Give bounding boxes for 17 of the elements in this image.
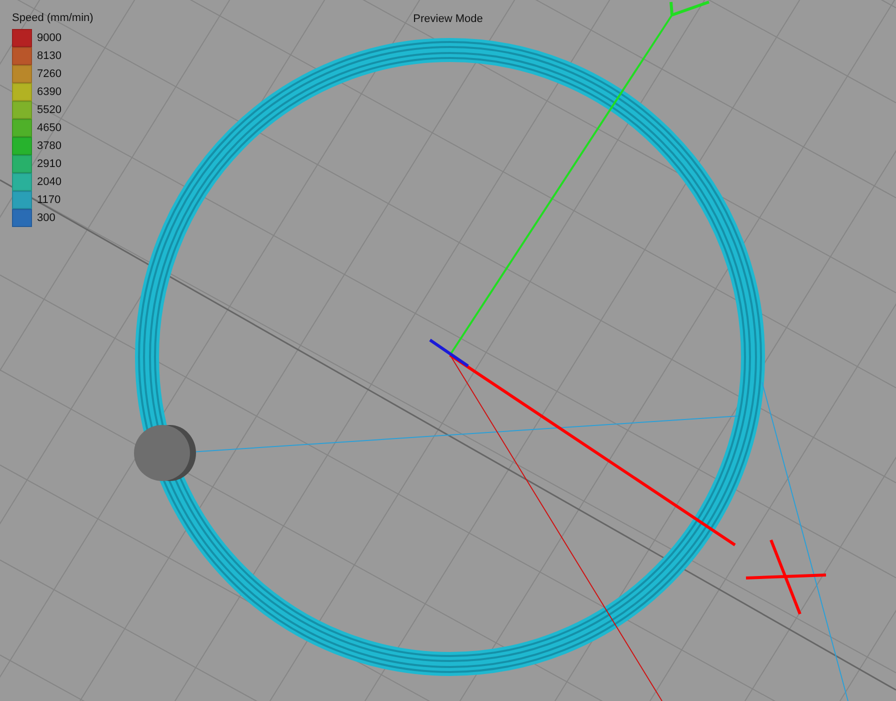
x-axis-marker-icon	[746, 539, 826, 615]
z-axis	[429, 338, 469, 368]
legend-label: 6390	[37, 86, 62, 98]
legend-label: 5520	[37, 104, 62, 116]
tool-head-drawing	[134, 425, 196, 481]
legend-label: 300	[37, 212, 56, 224]
legend-label: 2910	[37, 158, 62, 170]
legend-title: Speed (mm/min)	[12, 12, 94, 24]
legend-label: 7260	[37, 68, 62, 80]
y-axis-marker-icon	[670, 0, 710, 16]
legend-label: 4650	[37, 122, 62, 134]
legend-label: 1170	[37, 194, 61, 206]
legend-label: 8130	[37, 50, 62, 62]
legend-label: 2040	[37, 176, 62, 188]
legend-label: 3780	[37, 140, 62, 152]
viewport-title: Preview Mode	[412, 13, 484, 25]
legend-label: 9000	[37, 32, 62, 44]
